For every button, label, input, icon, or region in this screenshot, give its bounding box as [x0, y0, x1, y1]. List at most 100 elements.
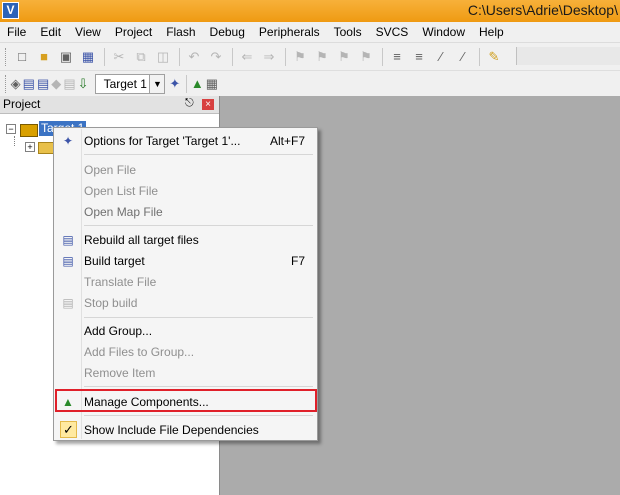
toolbar-divider [285, 47, 286, 66]
menu-item-label: Open Map File [84, 205, 163, 219]
menu-window[interactable]: Window [415, 22, 472, 42]
menu-svcs[interactable]: SVCS [369, 22, 416, 42]
translate-icon[interactable]: ◈ [11, 74, 21, 94]
stop-build-icon[interactable]: ▤ [63, 74, 75, 94]
undo-icon[interactable]: ↶ [184, 47, 204, 67]
menu-peripherals[interactable]: Peripherals [252, 22, 327, 42]
target-select[interactable]: Target 1 ▼ [94, 73, 166, 94]
menu-divider [84, 154, 313, 155]
batch-build-icon[interactable]: ◆ [51, 74, 61, 94]
find-combo[interactable] [516, 47, 620, 65]
rebuild-icon[interactable]: ▤ [37, 74, 49, 94]
menu-item-label: Stop build [84, 296, 138, 310]
expand-icon[interactable]: + [25, 142, 35, 152]
save-all-icon[interactable]: ▦ [78, 47, 98, 67]
menu-divider [84, 415, 313, 416]
menu-divider [84, 386, 313, 387]
chevron-down-icon[interactable]: ▼ [149, 74, 165, 93]
menu-item-open-list-file[interactable]: Open List File [56, 181, 315, 201]
panel-header: Project ⎋ × [0, 96, 219, 114]
menu-item-stop-build[interactable]: ▤ Stop build [56, 293, 315, 313]
select-packs-icon[interactable]: ▦ [206, 74, 218, 94]
build-icon: ▤ [62, 254, 74, 268]
menu-item-add-group[interactable]: Add Group... [56, 321, 315, 341]
magic-wand-icon[interactable]: ✦ [169, 74, 180, 94]
target-select-value: Target 1 [103, 76, 147, 91]
pin-icon[interactable]: ⎋ [185, 97, 194, 110]
toolbar-grip[interactable] [5, 74, 8, 93]
collapse-icon[interactable]: − [6, 124, 16, 134]
toolbar-divider [186, 74, 187, 93]
menu-item-label: Remove Item [84, 366, 156, 380]
menu-item-remove-item[interactable]: Remove Item [56, 363, 315, 383]
menu-bar: File Edit View Project Flash Debug Perip… [0, 22, 620, 43]
menu-item-shortcut: Alt+F7 [269, 134, 305, 148]
save-icon[interactable]: ▣ [56, 47, 76, 67]
checkmark-icon: ✓ [60, 421, 77, 438]
open-file-icon[interactable]: ■ [34, 47, 54, 67]
navigate-back-icon[interactable]: ⇐ [237, 47, 257, 67]
comment-icon[interactable]: ⁄ [431, 47, 451, 67]
bookmark-clear-icon[interactable]: ⚑ [356, 47, 376, 67]
panel-title: Project [3, 97, 41, 111]
menu-file[interactable]: File [0, 22, 33, 42]
menu-item-rebuild-all[interactable]: ▤ Rebuild all target files [56, 230, 315, 250]
menu-divider [84, 317, 313, 318]
menu-project[interactable]: Project [108, 22, 159, 42]
unindent-icon[interactable]: ≡ [409, 47, 429, 67]
menu-item-label: Open List File [84, 184, 159, 198]
tree-connector [14, 136, 16, 146]
bookmark-next-icon[interactable]: ⚑ [334, 47, 354, 67]
menu-item-label: Options for Target 'Target 1'... [84, 134, 241, 148]
toolbar-divider [382, 47, 383, 66]
app-logo-icon[interactable]: V [2, 2, 19, 19]
close-icon[interactable]: × [202, 99, 214, 110]
menu-item-label: Build target [84, 254, 145, 268]
indent-icon[interactable]: ≡ [387, 47, 407, 67]
download-icon[interactable]: ⇩ [78, 74, 89, 94]
new-file-icon[interactable]: □ [12, 47, 32, 67]
menu-debug[interactable]: Debug [203, 22, 252, 42]
menu-item-open-map-file[interactable]: Open Map File [56, 202, 315, 222]
highlight-box [55, 389, 317, 412]
menu-item-open-file[interactable]: Open File [56, 160, 315, 180]
toolbar-grip[interactable] [5, 47, 9, 66]
menu-tools[interactable]: Tools [327, 22, 369, 42]
copy-icon[interactable]: ⧉ [131, 47, 151, 67]
manage-components-icon[interactable]: ▲ [191, 74, 204, 94]
paste-icon[interactable]: ◫ [153, 47, 173, 67]
toolbar-divider [232, 47, 233, 66]
magic-wand-icon: ✦ [62, 134, 74, 148]
toolbar-divider [104, 47, 105, 66]
menu-view[interactable]: View [68, 22, 108, 42]
toolbar-divider [479, 47, 480, 66]
menu-item-build-target[interactable]: ▤ Build target F7 [56, 251, 315, 271]
menu-item-translate-file[interactable]: Translate File [56, 272, 315, 292]
menu-item-options-for-target[interactable]: ✦ Options for Target 'Target 1'... Alt+F… [56, 131, 315, 151]
menu-divider [84, 225, 313, 226]
cut-icon[interactable]: ✂ [109, 47, 129, 67]
menu-help[interactable]: Help [472, 22, 511, 42]
target-icon [20, 124, 38, 137]
window-title: C:\Users\Adrie\Desktop\ [467, 2, 618, 18]
menu-item-label: Show Include File Dependencies [84, 423, 259, 437]
find-in-files-icon[interactable]: ✎ [484, 47, 504, 67]
menu-item-label: Add Group... [84, 324, 153, 338]
redo-icon[interactable]: ↷ [206, 47, 226, 67]
navigate-forward-icon[interactable]: ⇒ [259, 47, 279, 67]
toolbar-background [220, 71, 620, 96]
build-icon[interactable]: ▤ [23, 74, 35, 94]
menu-item-label: Add Files to Group... [84, 345, 195, 359]
menu-item-shortcut: F7 [290, 254, 305, 268]
title-bar: V C:\Users\Adrie\Desktop\ [0, 0, 620, 22]
uncomment-icon[interactable]: ⁄ [453, 47, 473, 67]
menu-item-show-include-deps[interactable]: ✓ Show Include File Dependencies [56, 420, 315, 440]
bookmark-insert-icon[interactable]: ⚑ [290, 47, 310, 67]
bookmark-previous-icon[interactable]: ⚑ [312, 47, 332, 67]
menu-edit[interactable]: Edit [33, 22, 68, 42]
menu-item-add-files-to-group[interactable]: Add Files to Group... [56, 342, 315, 362]
toolbar-divider [179, 47, 180, 66]
build-toolbar: ◈ ▤ ▤ ◆ ▤ ⇩ Target 1 ▼ ✦ ▲ ▦ [0, 71, 220, 96]
rebuild-icon: ▤ [62, 233, 74, 247]
menu-flash[interactable]: Flash [159, 22, 202, 42]
